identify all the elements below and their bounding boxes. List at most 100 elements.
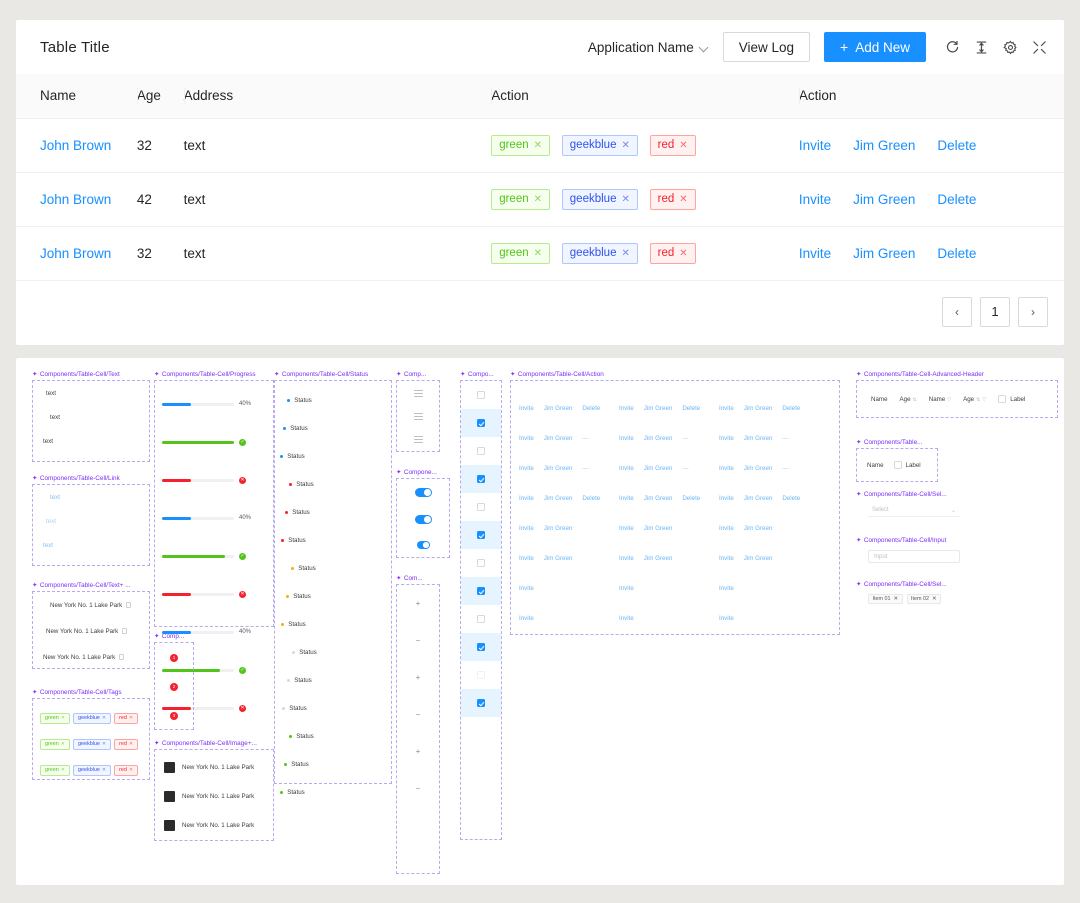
tag-close-icon[interactable]: ✕: [534, 140, 542, 151]
stepper-decrement-button[interactable]: −: [397, 696, 439, 733]
tag-geekblue[interactable]: geekblue ✕: [73, 712, 112, 724]
header-age-sort-filter[interactable]: Age ⇅ ▽: [963, 396, 986, 403]
invite-link[interactable]: Invite: [799, 192, 831, 207]
delete-link[interactable]: Delete: [782, 405, 800, 412]
jim-green-link[interactable]: Jim Green: [544, 525, 573, 532]
checkbox-row[interactable]: [461, 633, 501, 662]
toggle-switch[interactable]: [414, 514, 432, 524]
checkbox-row[interactable]: [461, 381, 501, 409]
invite-link[interactable]: Invite: [619, 615, 634, 622]
tag-green[interactable]: green ✕: [40, 712, 70, 724]
tag-close-icon[interactable]: ✕: [621, 194, 629, 205]
tag-green[interactable]: green ✕: [491, 134, 551, 156]
tag-close-icon[interactable]: ✕: [679, 140, 687, 151]
selected-item-tag[interactable]: Item 02 ✕: [906, 594, 942, 605]
tag-geekblue[interactable]: geekblue ✕: [561, 188, 638, 210]
tag-green[interactable]: green ✕: [491, 242, 551, 264]
invite-link[interactable]: Invite: [719, 615, 734, 622]
tag-geekblue[interactable]: geekblue ✕: [73, 764, 112, 776]
column-header-address[interactable]: Address: [183, 74, 492, 119]
header-checkbox-label[interactable]: Label: [998, 395, 1025, 404]
stepper-decrement-button[interactable]: −: [397, 770, 439, 807]
pagination-prev[interactable]: ‹: [942, 296, 972, 327]
jim-green-link[interactable]: Jim Green: [544, 435, 573, 442]
invite-link[interactable]: Invite: [619, 405, 634, 412]
checkbox[interactable]: [893, 461, 902, 470]
invite-link[interactable]: Invite: [619, 585, 634, 592]
delete-link[interactable]: Delete: [582, 405, 600, 412]
delete-link[interactable]: Delete: [937, 246, 976, 261]
column-header-action-tags[interactable]: Action: [491, 74, 799, 119]
checkbox-row[interactable]: [461, 437, 501, 465]
name-link[interactable]: John Brown: [40, 138, 111, 153]
invite-link[interactable]: Invite: [519, 555, 534, 562]
select-field[interactable]: Select ⌄: [868, 504, 960, 518]
invite-link[interactable]: Invite: [719, 555, 734, 562]
header-age-sortable[interactable]: Age ⇅: [900, 396, 917, 403]
delete-link[interactable]: Delete: [682, 495, 700, 502]
checkbox-row[interactable]: [461, 521, 501, 550]
copy-icon[interactable]: [126, 602, 132, 609]
checkbox[interactable]: [477, 559, 485, 568]
invite-link[interactable]: Invite: [719, 495, 734, 502]
settings-icon[interactable]: [1002, 39, 1019, 56]
tag-red[interactable]: red ✕: [114, 764, 139, 776]
jim-green-link[interactable]: Jim Green: [744, 465, 773, 472]
tag-close-icon[interactable]: ✕: [61, 741, 65, 747]
sort-icon[interactable]: ⇅: [976, 397, 980, 403]
delete-link[interactable]: Delete: [582, 495, 600, 502]
checkbox[interactable]: [477, 615, 485, 624]
checkbox[interactable]: [477, 475, 485, 484]
delete-link[interactable]: Delete: [937, 138, 976, 153]
invite-link[interactable]: Invite: [719, 405, 734, 412]
tag-red[interactable]: red ✕: [649, 134, 696, 156]
tag-close-icon[interactable]: ✕: [61, 767, 65, 773]
checkbox[interactable]: [477, 531, 485, 540]
filter-icon[interactable]: ▽: [982, 397, 986, 403]
invite-link[interactable]: Invite: [519, 405, 534, 412]
tag-red[interactable]: red ✕: [649, 188, 696, 210]
tag-close-icon[interactable]: ✕: [61, 715, 65, 721]
pagination-page-1[interactable]: 1: [980, 296, 1010, 327]
tag-close-icon[interactable]: ✕: [102, 767, 106, 773]
jim-green-link[interactable]: Jim Green: [853, 192, 915, 207]
header-name-filterable[interactable]: Name ▽: [929, 396, 951, 403]
invite-link[interactable]: Invite: [619, 465, 634, 472]
invite-link[interactable]: Invite: [619, 525, 634, 532]
tag-green[interactable]: green ✕: [491, 188, 551, 210]
jim-green-link[interactable]: Jim Green: [544, 555, 573, 562]
stepper-increment-button[interactable]: +: [397, 733, 439, 770]
jim-green-link[interactable]: Jim Green: [744, 495, 773, 502]
toggle-switch[interactable]: [416, 541, 430, 549]
delete-link[interactable]: Delete: [937, 192, 976, 207]
tag-close-icon[interactable]: ✕: [679, 248, 687, 259]
copy-icon[interactable]: [119, 654, 125, 661]
invite-link[interactable]: Invite: [519, 495, 534, 502]
drag-handle-icon[interactable]: [413, 436, 423, 444]
jim-green-link[interactable]: Jim Green: [544, 465, 573, 472]
column-height-icon[interactable]: [973, 39, 990, 56]
header-name[interactable]: Name: [867, 462, 884, 469]
checkbox-row[interactable]: [461, 689, 501, 718]
checkbox-row[interactable]: [461, 409, 501, 438]
tag-close-icon[interactable]: ✕: [932, 596, 937, 602]
delete-link[interactable]: Delete: [682, 405, 700, 412]
checkbox[interactable]: [477, 503, 485, 512]
jim-green-link[interactable]: Jim Green: [644, 405, 673, 412]
tag-green[interactable]: green ✕: [40, 764, 70, 776]
name-link[interactable]: John Brown: [40, 192, 111, 207]
drag-handle-icon[interactable]: [413, 412, 423, 420]
sort-icon[interactable]: ⇅: [913, 397, 917, 403]
jim-green-link[interactable]: Jim Green: [853, 138, 915, 153]
jim-green-link[interactable]: Jim Green: [744, 435, 773, 442]
header-name[interactable]: Name: [871, 396, 888, 403]
checkbox-row[interactable]: [461, 549, 501, 577]
stepper-decrement-button[interactable]: −: [397, 622, 439, 659]
checkbox-row[interactable]: [461, 465, 501, 494]
table-row[interactable]: John Brown 32 text green ✕ geekblue ✕ red ✕…: [16, 118, 1064, 173]
tag-geekblue[interactable]: geekblue ✕: [561, 134, 638, 156]
invite-link[interactable]: Invite: [519, 525, 534, 532]
invite-link[interactable]: Invite: [799, 138, 831, 153]
tag-close-icon[interactable]: ✕: [102, 741, 106, 747]
selected-item-tag[interactable]: Item 01 ✕: [868, 594, 903, 605]
